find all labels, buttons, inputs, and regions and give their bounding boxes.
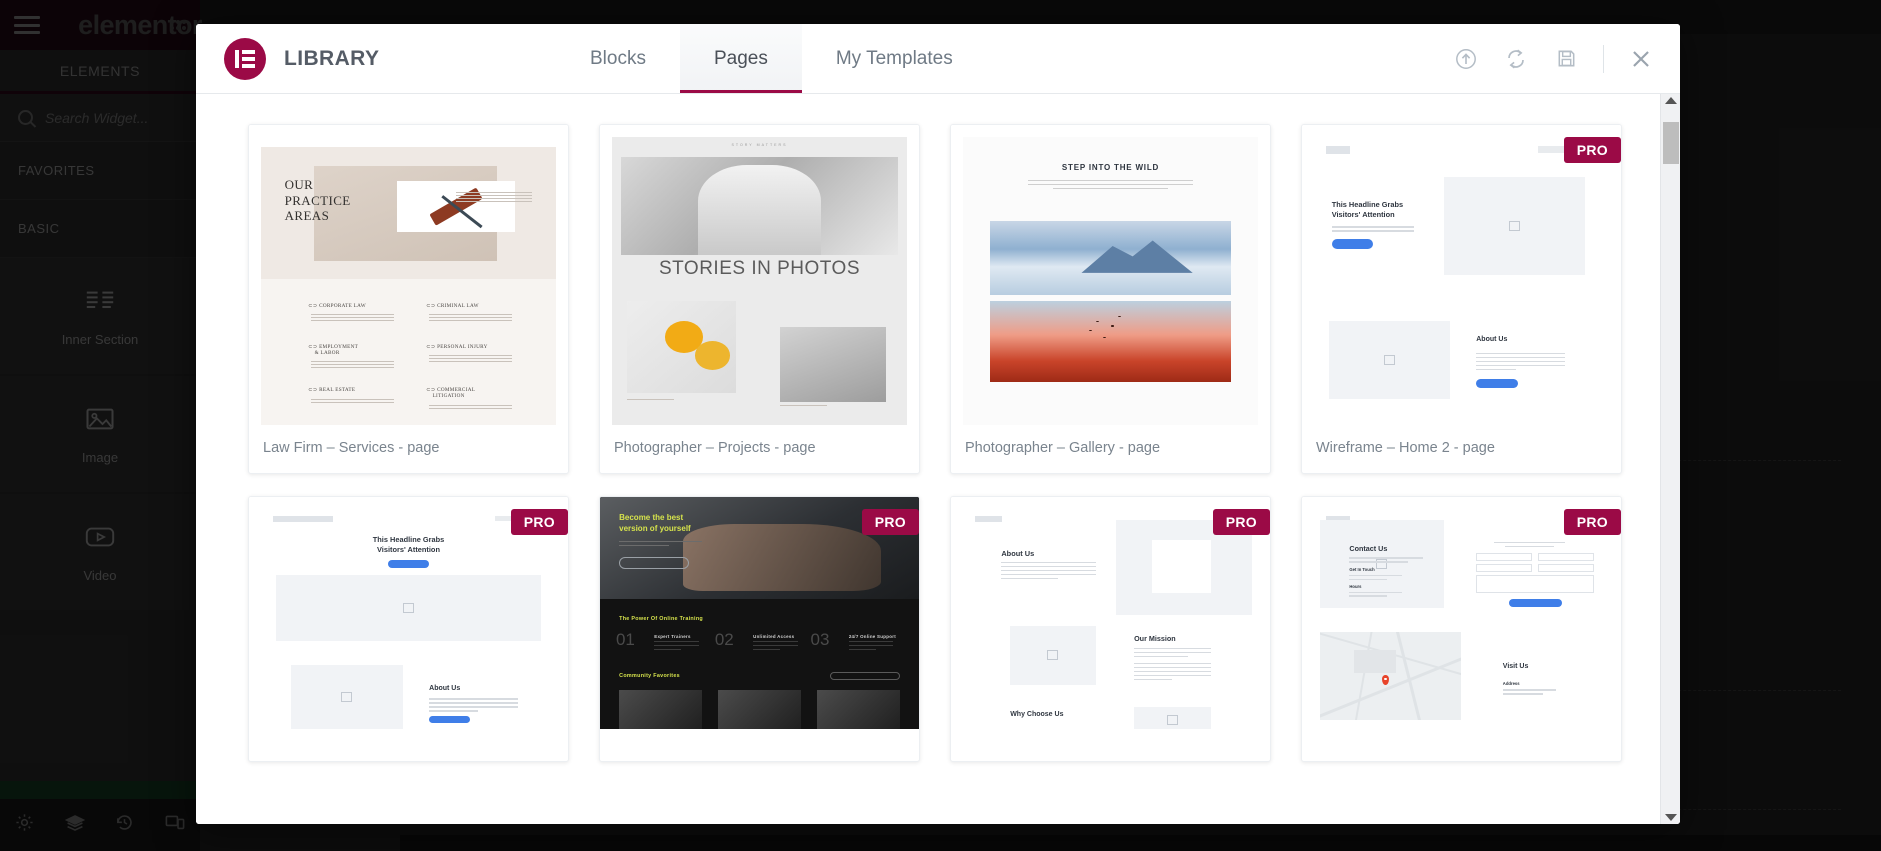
elementor-logo-icon <box>224 37 266 80</box>
template-thumbnail: STORY MATTERS STORIES IN PHOTOS <box>600 125 919 425</box>
tab-my-templates[interactable]: My Templates <box>802 24 987 93</box>
tab-pages[interactable]: Pages <box>679 24 802 93</box>
scroll-down-arrow-icon[interactable] <box>1664 814 1677 821</box>
modal-header-actions <box>1453 24 1680 93</box>
modal-body: OUR PRACTICE AREAS ⊂⊃ CORPORATE LAW ⊂⊃ CRI… <box>196 94 1680 824</box>
template-grid: OUR PRACTICE AREAS ⊂⊃ CORPORATE LAW ⊂⊃ CRI… <box>248 124 1622 762</box>
pro-badge: PRO <box>1563 509 1621 535</box>
modal-header: LIBRARY Blocks Pages My Templates <box>196 24 1680 94</box>
template-card[interactable]: STORY MATTERS STORIES IN PHOTOS Photogra… <box>599 124 920 474</box>
modal-scrollbar[interactable] <box>1660 94 1680 824</box>
upload-icon[interactable] <box>1453 46 1479 72</box>
tab-label: My Templates <box>835 47 953 69</box>
template-card[interactable]: PRO Contact Us Get In Touch Hours Visit … <box>1301 496 1622 762</box>
thumb-headline: STEP INTO THE WILD <box>1061 162 1160 172</box>
pro-badge: PRO <box>510 509 568 535</box>
modal-tabs: Blocks Pages My Templates <box>556 24 1453 93</box>
template-card[interactable]: PRO Become the bestversion of yourself <box>599 496 920 762</box>
template-name: Photographer – Projects - page <box>614 440 816 456</box>
tab-blocks[interactable]: Blocks <box>556 24 680 93</box>
template-thumbnail: STEP INTO THE WILD <box>951 125 1270 425</box>
template-name: Law Firm – Services - page <box>263 440 440 456</box>
template-card[interactable]: PRO About Us Our Mission Why Choose Us <box>950 496 1271 762</box>
save-icon[interactable] <box>1553 46 1579 72</box>
tab-label: Blocks <box>590 47 646 69</box>
template-thumbnail: This Headline Grabs Visitors' Attention A… <box>1302 125 1621 425</box>
tab-label: Pages <box>713 47 768 69</box>
template-thumbnail: OUR PRACTICE AREAS ⊂⊃ CORPORATE LAW ⊂⊃ CRI… <box>249 125 568 425</box>
template-card[interactable]: PRO This Headline Grabs Visitors' Attenti… <box>1301 124 1622 474</box>
template-name <box>1302 729 1621 761</box>
thumb-eyebrow: STORY MATTERS <box>731 142 788 147</box>
library-modal: LIBRARY Blocks Pages My Templates OUR PR… <box>196 24 1680 824</box>
modal-title: LIBRARY <box>284 46 380 70</box>
thumb-headline: STORIES IN PHOTOS <box>658 257 860 279</box>
header-divider <box>1603 44 1604 73</box>
scroll-up-arrow-icon[interactable] <box>1664 97 1677 104</box>
pro-badge: PRO <box>861 509 919 535</box>
template-name: Photographer – Gallery - page <box>965 440 1161 456</box>
template-card[interactable]: STEP INTO THE WILD Photographer – Galler… <box>950 124 1271 474</box>
template-grid-scroll[interactable]: OUR PRACTICE AREAS ⊂⊃ CORPORATE LAW ⊂⊃ CRI… <box>196 94 1660 824</box>
close-icon[interactable] <box>1628 46 1654 72</box>
sync-icon[interactable] <box>1503 46 1529 72</box>
modal-brand: LIBRARY <box>196 24 556 93</box>
template-card[interactable]: OUR PRACTICE AREAS ⊂⊃ CORPORATE LAW ⊂⊃ CRI… <box>248 124 569 474</box>
pro-badge: PRO <box>1212 509 1270 535</box>
template-name <box>249 729 568 761</box>
scrollbar-track[interactable] <box>1661 104 1680 814</box>
template-card[interactable]: PRO This Headline Grabs Visitors' Attenti… <box>248 496 569 762</box>
template-name: Wireframe – Home 2 - page <box>1316 440 1495 456</box>
pro-badge: PRO <box>1563 137 1621 163</box>
template-name <box>951 729 1270 761</box>
scrollbar-thumb[interactable] <box>1663 122 1679 164</box>
template-name <box>600 729 919 761</box>
